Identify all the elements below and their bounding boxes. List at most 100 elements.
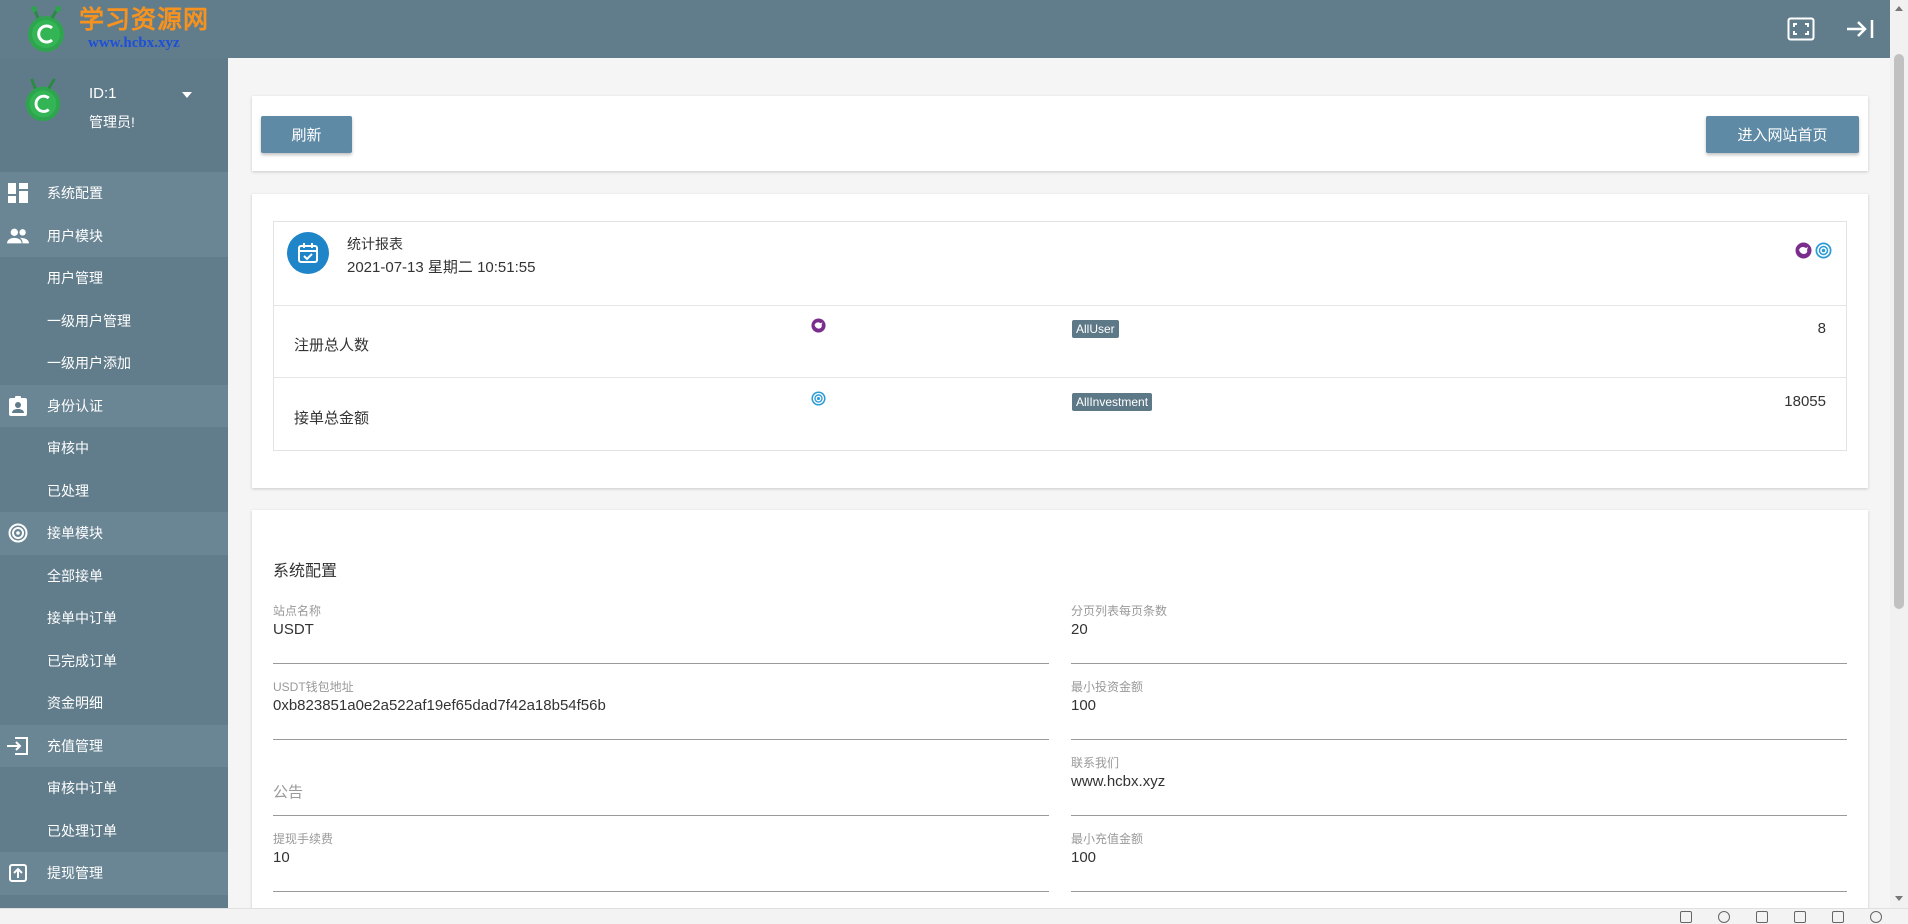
sidebar-item-label: 充值管理: [47, 737, 103, 754]
min-recharge-field[interactable]: 最小充值金额 100: [1071, 830, 1847, 892]
purple-cloud-icon: [811, 318, 826, 333]
stat-tag: AllUser: [1072, 320, 1119, 338]
logout-button[interactable]: [1843, 12, 1877, 46]
sidebar-item-withdraw[interactable]: 提现管理: [0, 852, 228, 895]
logo-url: www.hcbx.xyz: [88, 35, 180, 51]
field-value[interactable]: USDT: [273, 621, 314, 638]
withdraw-fee-field[interactable]: 提现手续费 10: [273, 830, 1049, 892]
fullscreen-button[interactable]: [1784, 12, 1818, 46]
trash-icon[interactable]: [1756, 911, 1768, 923]
sidebar-item-user-module[interactable]: 用户模块: [0, 214, 228, 257]
scroll-down-icon[interactable]: [1895, 896, 1903, 901]
people-icon: [7, 225, 29, 247]
field-placeholder[interactable]: 公告: [273, 781, 303, 802]
scroll-up-icon[interactable]: [1895, 6, 1903, 11]
blue-target-icon: [1815, 242, 1832, 259]
field-label: USDT钱包地址: [273, 680, 354, 694]
user-id: ID:1: [89, 85, 117, 102]
field-label: 联系我们: [1071, 756, 1120, 770]
field-value[interactable]: www.hcbx.xyz: [1071, 773, 1165, 790]
target-icon: [7, 522, 29, 544]
sidebar-item-orders-in-progress[interactable]: 接单中订单: [0, 597, 228, 640]
fullscreen-icon: [1787, 17, 1815, 41]
site-name-field[interactable]: 站点名称 USDT: [273, 602, 1049, 664]
refresh-button[interactable]: 刷新: [261, 116, 352, 153]
config-card: 系统配置 站点名称 USDT 分页列表每页条数 20 USDT钱包地址 0xb8…: [252, 510, 1868, 908]
contact-us-field[interactable]: 联系我们 www.hcbx.xyz: [1071, 754, 1847, 816]
field-value[interactable]: 20: [1071, 621, 1088, 638]
login-icon: [7, 735, 29, 757]
sidebar-item-label: 已处理: [47, 482, 89, 499]
announcement-field[interactable]: 公告: [273, 754, 1049, 816]
logo-title: 学习资源网: [79, 5, 210, 34]
sidebar-item-pending-orders[interactable]: 审核中订单: [0, 767, 228, 810]
enter-homepage-button[interactable]: 进入网站首页: [1706, 116, 1859, 153]
sidebar-item-pending-review[interactable]: 审核中: [0, 427, 228, 470]
sidebar-item-all-orders[interactable]: 全部接单: [0, 555, 228, 598]
translate-icon[interactable]: [1718, 911, 1730, 923]
field-label: 最小投资金额: [1071, 680, 1144, 694]
stat-row-total-users: 注册总人数 AllUser 8: [274, 306, 1846, 378]
page-size-field[interactable]: 分页列表每页条数 20: [1071, 602, 1847, 664]
top-bar: 学习资源网 www.hcbx.xyz: [0, 0, 1890, 58]
sidebar-item-label: 用户管理: [47, 270, 103, 287]
stat-label: 接单总金额: [294, 410, 370, 427]
logout-arrow-icon: [1847, 20, 1874, 38]
sidebar-item-label: 审核中: [47, 440, 89, 457]
field-value[interactable]: 0xb823851a0e2a522af19ef65dad7f42a18b54f5…: [273, 697, 606, 714]
stats-header-icons: [1795, 242, 1832, 259]
avatar: [25, 78, 61, 122]
sidebar: ID:1 管理员! 系统配置 用户模块 用户管理 一级用户管理 一级用户添加 身…: [0, 58, 228, 924]
purple-cloud-icon: [1795, 242, 1812, 259]
sidebar-item-system-config[interactable]: 系统配置: [0, 172, 228, 215]
id-badge-icon: [7, 395, 29, 417]
sidebar-item-label: 审核中订单: [47, 780, 117, 797]
stats-title: 统计报表: [347, 236, 403, 252]
sidebar-item-level1-user-add[interactable]: 一级用户添加: [0, 342, 228, 385]
chevron-down-icon[interactable]: [182, 92, 192, 98]
sidebar-nav: 系统配置 用户模块 用户管理 一级用户管理 一级用户添加 身份认证 审核中 已处…: [0, 172, 228, 895]
sidebar-item-label: 接单模块: [47, 525, 103, 542]
dashboard-icon: [7, 182, 29, 204]
upload-icon: [7, 862, 29, 884]
share-icon[interactable]: [1680, 911, 1692, 923]
sidebar-item-processed[interactable]: 已处理: [0, 470, 228, 513]
sidebar-item-label: 提现管理: [47, 865, 103, 882]
volume-icon[interactable]: [1794, 911, 1806, 923]
sidebar-item-label: 已完成订单: [47, 652, 117, 669]
stat-label: 注册总人数: [294, 337, 370, 354]
field-label: 站点名称: [273, 604, 322, 618]
field-value[interactable]: 10: [273, 849, 290, 866]
field-value[interactable]: 100: [1071, 849, 1096, 866]
page-scrollbar[interactable]: [1890, 0, 1908, 908]
scrollbar-thumb[interactable]: [1894, 54, 1904, 609]
sidebar-item-level1-user-management[interactable]: 一级用户管理: [0, 300, 228, 343]
field-label: 提现手续费: [273, 832, 334, 846]
sidebar-item-user-management[interactable]: 用户管理: [0, 257, 228, 300]
search-icon[interactable]: [1870, 911, 1882, 923]
field-value[interactable]: 100: [1071, 697, 1096, 714]
usdt-wallet-field[interactable]: USDT钱包地址 0xb823851a0e2a522af19ef65dad7f4…: [273, 678, 1049, 740]
sidebar-item-recharge[interactable]: 充值管理: [0, 724, 228, 767]
profile-panel: ID:1 管理员!: [0, 58, 228, 172]
sidebar-item-fund-details[interactable]: 资金明细: [0, 682, 228, 725]
stats-card: 统计报表 2021-07-13 星期二 10:51:55 注册总人数 AllUs…: [252, 194, 1868, 488]
copy-icon[interactable]: [1832, 911, 1844, 923]
stat-value: 8: [1817, 320, 1826, 337]
sidebar-item-label: 资金明细: [47, 695, 103, 712]
min-investment-field[interactable]: 最小投资金额 100: [1071, 678, 1847, 740]
sidebar-item-identity[interactable]: 身份认证: [0, 384, 228, 427]
sidebar-item-label: 全部接单: [47, 567, 103, 584]
sidebar-item-processed-orders[interactable]: 已处理订单: [0, 810, 228, 853]
stats-datetime: 2021-07-13 星期二 10:51:55: [347, 259, 536, 276]
blue-target-icon: [811, 391, 826, 406]
sidebar-item-label: 已处理订单: [47, 822, 117, 839]
sidebar-item-label: 系统配置: [47, 185, 103, 202]
logo-mascot-icon: [28, 6, 64, 52]
config-title: 系统配置: [273, 563, 338, 580]
field-label: 最小充值金额: [1071, 832, 1144, 846]
sidebar-item-completed-orders[interactable]: 已完成订单: [0, 640, 228, 683]
main-content: 刷新 进入网站首页 统计报表 2021-07-13 星期二 10:51:55 注…: [228, 58, 1890, 908]
stats-header: 统计报表 2021-07-13 星期二 10:51:55: [274, 222, 1846, 306]
sidebar-item-order-module[interactable]: 接单模块: [0, 512, 228, 555]
